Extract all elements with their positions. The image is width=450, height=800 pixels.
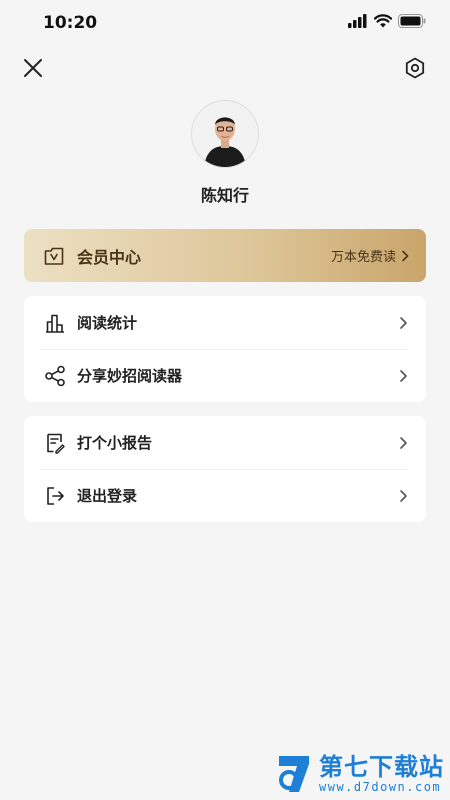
menu-group-reading: 阅读统计 分享妙招阅读器 [24, 296, 426, 402]
settings-icon [405, 57, 425, 79]
menu-item-logout[interactable]: 退出登录 [24, 469, 426, 522]
profile-section: 陈知行 [0, 100, 450, 206]
share-icon [43, 364, 67, 388]
watermark-text: 第七下载站 www.d7down.com [319, 754, 444, 794]
vip-bag-icon [43, 245, 65, 267]
report-icon [43, 431, 67, 455]
settings-button[interactable] [400, 53, 430, 83]
status-time: 10:20 [43, 13, 98, 33]
chevron-right-icon [398, 489, 412, 503]
username: 陈知行 [200, 186, 249, 205]
vip-promo: 万本免费读 [331, 246, 410, 265]
watermark-logo-icon [279, 756, 309, 792]
chevron-right-icon [398, 436, 412, 450]
chevron-right-icon [398, 369, 412, 383]
vip-center-label: 会员中心 [77, 247, 142, 267]
user-photo [192, 101, 258, 167]
watermark-title: 第七下载站 [319, 753, 444, 781]
menu-item-label: 打个小报告 [77, 434, 153, 452]
avatar[interactable] [191, 100, 259, 168]
vip-promo-text: 万本免费读 [330, 250, 396, 265]
signal-icon [348, 14, 367, 28]
wifi-icon [374, 14, 392, 28]
menu-item-label: 阅读统计 [77, 314, 138, 332]
menu-item-reading-stats[interactable]: 阅读统计 [24, 296, 426, 349]
close-icon [24, 59, 42, 77]
vip-center-card[interactable]: 会员中心 万本免费读 [24, 229, 426, 282]
menu-item-label: 分享妙招阅读器 [77, 367, 183, 385]
chevron-right-icon [398, 316, 412, 330]
status-bar: 10:20 [0, 0, 450, 48]
logout-icon [43, 484, 67, 508]
close-button[interactable] [18, 53, 48, 83]
bar-chart-icon [43, 311, 67, 335]
menu-group-account: 打个小报告 退出登录 [24, 416, 426, 522]
battery-icon [398, 14, 426, 28]
menu-item-share-app[interactable]: 分享妙招阅读器 [24, 349, 426, 402]
site-watermark: 第七下载站 www.d7down.com [275, 752, 444, 796]
status-icons [348, 14, 426, 28]
menu-item-report[interactable]: 打个小报告 [24, 416, 426, 469]
chevron-right-icon [402, 250, 409, 261]
watermark-url: www.d7down.com [319, 780, 442, 794]
menu-item-label: 退出登录 [77, 487, 138, 505]
